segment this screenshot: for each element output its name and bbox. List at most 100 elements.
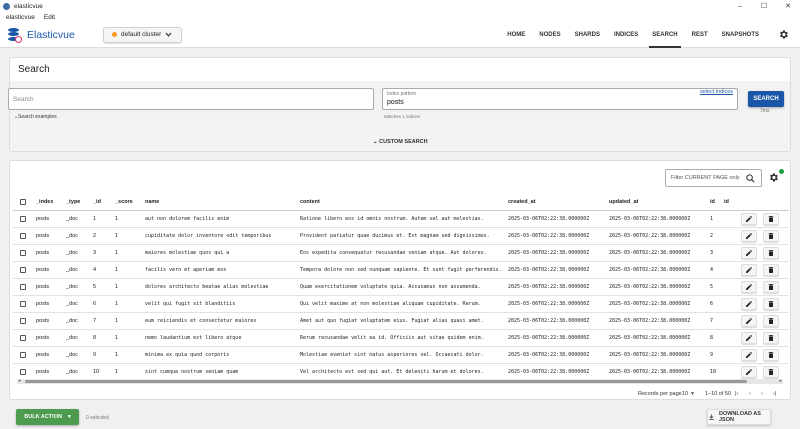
- edit-button[interactable]: [741, 313, 757, 329]
- select-all-checkbox[interactable]: [20, 193, 26, 210]
- col-name[interactable]: name: [145, 193, 159, 210]
- cell-updated-at: 2025-03-06T02:22:38.000000Z: [609, 233, 691, 239]
- row-checkbox[interactable]: [20, 228, 26, 244]
- pencil-icon: [741, 366, 757, 378]
- cell-updated-at: 2025-03-06T02:22:38.000000Z: [609, 352, 691, 358]
- edit-button[interactable]: [741, 262, 757, 278]
- scroll-left-icon[interactable]: ◂: [18, 378, 21, 384]
- main-nav: HOME NODES SHARDS INDICES SEARCH REST SN…: [500, 22, 800, 48]
- tab-search[interactable]: SEARCH: [645, 22, 684, 48]
- menu-elasticvue[interactable]: elasticvue: [6, 14, 35, 21]
- row-checkbox[interactable]: [20, 262, 26, 278]
- prev-page-icon[interactable]: ‹: [749, 391, 751, 397]
- col-type[interactable]: _type: [66, 193, 80, 210]
- maximize-icon[interactable]: ☐: [752, 0, 776, 12]
- delete-button[interactable]: [763, 262, 779, 278]
- cell-content: Eos expedita consequatur recusandae veni…: [300, 250, 487, 256]
- edit-button[interactable]: [741, 245, 757, 261]
- download-json-label: DOWNLOAD AS JSON: [718, 411, 761, 423]
- records-per-page-select[interactable]: 10 ▾: [682, 391, 694, 397]
- page-title: Search: [18, 64, 50, 75]
- logo[interactable]: Elasticvue: [8, 27, 75, 43]
- delete-button[interactable]: [763, 313, 779, 329]
- row-checkbox[interactable]: [20, 211, 26, 227]
- cell-index: posts: [36, 284, 50, 290]
- delete-button[interactable]: [763, 364, 779, 379]
- delete-button[interactable]: [763, 211, 779, 227]
- trash-icon: [763, 213, 779, 225]
- first-page-icon[interactable]: |‹: [735, 391, 738, 397]
- last-page-icon[interactable]: ›|: [773, 391, 776, 397]
- horizontal-scrollbar[interactable]: ◂ ▸: [17, 378, 783, 384]
- index-pattern-field[interactable]: Index pattern posts: [382, 88, 738, 110]
- search-examples-toggle[interactable]: ⌄ Search examples: [14, 114, 57, 120]
- row-checkbox[interactable]: [20, 364, 26, 379]
- delete-button[interactable]: [763, 228, 779, 244]
- row-checkbox[interactable]: [20, 313, 26, 329]
- col-updated-at[interactable]: updated_at: [609, 193, 638, 210]
- cell-score: 1: [115, 284, 119, 290]
- tab-nodes[interactable]: NODES: [532, 22, 567, 48]
- delete-button[interactable]: [763, 245, 779, 261]
- col-score[interactable]: _score: [115, 193, 133, 210]
- row-checkbox[interactable]: [20, 330, 26, 346]
- tab-home[interactable]: HOME: [500, 22, 532, 48]
- menu-edit[interactable]: Edit: [44, 14, 55, 21]
- search-input[interactable]: Search: [8, 88, 374, 110]
- download-json-button[interactable]: DOWNLOAD AS JSON: [707, 409, 771, 425]
- cell-updated-at: 2025-03-06T02:22:38.000000Z: [609, 284, 691, 290]
- delete-button[interactable]: [763, 330, 779, 346]
- next-page-icon[interactable]: ›: [761, 391, 763, 397]
- tab-snapshots[interactable]: SNAPSHOTS: [715, 22, 766, 48]
- select-indices-link[interactable]: select indices: [700, 89, 733, 95]
- row-checkbox[interactable]: [20, 347, 26, 363]
- cell-score: 1: [115, 352, 119, 358]
- row-checkbox[interactable]: [20, 296, 26, 312]
- edit-button[interactable]: [741, 211, 757, 227]
- bulk-action-button[interactable]: BULK ACTION ▾: [16, 409, 79, 425]
- col-content[interactable]: content: [300, 193, 320, 210]
- download-icon: [709, 414, 714, 420]
- edit-button[interactable]: [741, 228, 757, 244]
- minimize-icon[interactable]: –: [728, 0, 752, 12]
- tab-rest[interactable]: REST: [685, 22, 715, 48]
- cell-name: eum reiciendis et consectetur maiores: [145, 318, 257, 324]
- table-settings-gear-icon[interactable]: [768, 172, 779, 185]
- delete-button[interactable]: [763, 279, 779, 295]
- cell-score: 1: [115, 335, 119, 341]
- cell-type: _doc: [66, 352, 78, 358]
- cluster-selector[interactable]: default cluster: [102, 26, 183, 43]
- delete-button[interactable]: [763, 347, 779, 363]
- tab-indices[interactable]: INDICES: [607, 22, 645, 48]
- cell-score: 1: [115, 250, 119, 256]
- scroll-right-icon[interactable]: ▸: [779, 378, 782, 384]
- delete-button[interactable]: [763, 296, 779, 312]
- col-index[interactable]: _index: [36, 193, 53, 210]
- cell-type: _doc: [66, 369, 78, 375]
- custom-search-label: CUSTOM SEARCH: [379, 139, 428, 145]
- cell-updated-at: 2025-03-06T02:22:38.000000Z: [609, 250, 691, 256]
- row-checkbox[interactable]: [20, 279, 26, 295]
- settings-gear-icon[interactable]: [766, 22, 800, 48]
- close-icon[interactable]: ✕: [776, 0, 800, 12]
- col-id-field[interactable]: id: [710, 193, 715, 210]
- results-table: _index _type _id _score name content cre…: [13, 193, 789, 379]
- edit-button[interactable]: [741, 279, 757, 295]
- row-checkbox[interactable]: [20, 245, 26, 261]
- cell-created-at: 2025-03-06T02:22:38.000000Z: [508, 216, 590, 222]
- search-button[interactable]: SEARCH: [748, 91, 784, 107]
- trash-icon: [763, 315, 779, 327]
- scrollbar-thumb[interactable]: [25, 380, 747, 383]
- col-id-field-2[interactable]: id: [724, 193, 729, 210]
- tab-shards[interactable]: SHARDS: [568, 22, 607, 48]
- custom-search-toggle[interactable]: ⌄ CUSTOM SEARCH: [373, 139, 428, 145]
- filter-input[interactable]: Filter CURRENT PAGE only: [665, 169, 762, 187]
- cell-created-at: 2025-03-06T02:22:38.000000Z: [508, 318, 590, 324]
- edit-button[interactable]: [741, 296, 757, 312]
- col-created-at[interactable]: created_at: [508, 193, 536, 210]
- edit-button[interactable]: [741, 330, 757, 346]
- cell-id-field: 8: [710, 335, 714, 341]
- edit-button[interactable]: [741, 364, 757, 379]
- col-id[interactable]: _id: [93, 193, 101, 210]
- edit-button[interactable]: [741, 347, 757, 363]
